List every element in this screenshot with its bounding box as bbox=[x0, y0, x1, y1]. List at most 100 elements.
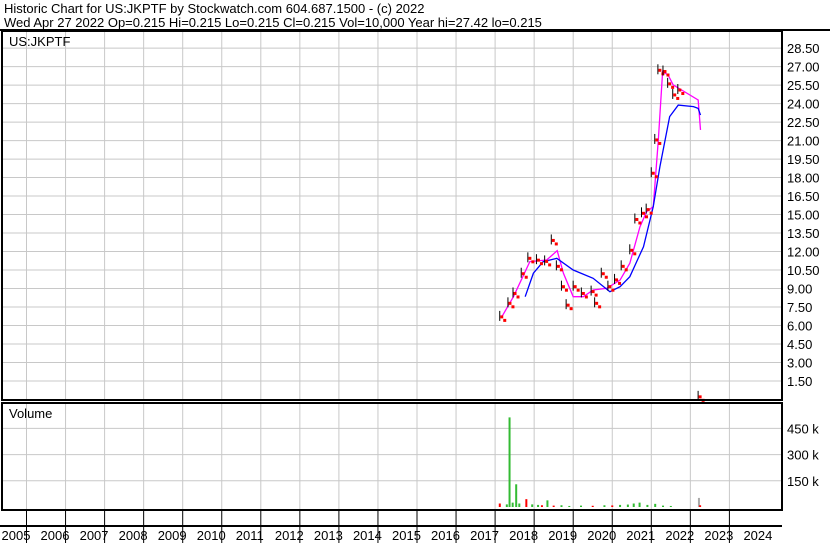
price-point bbox=[671, 85, 675, 89]
x-tick-label: 2015 bbox=[392, 528, 421, 543]
volume-bar bbox=[537, 504, 540, 507]
x-tick-label: 2013 bbox=[314, 528, 343, 543]
volume-bar bbox=[508, 417, 511, 507]
background bbox=[0, 0, 830, 543]
price-point bbox=[594, 293, 598, 297]
price-point bbox=[608, 285, 612, 289]
price-point bbox=[564, 288, 568, 292]
price-point bbox=[666, 73, 670, 77]
volume-bar bbox=[560, 505, 563, 507]
price-point bbox=[569, 307, 573, 311]
price-point bbox=[551, 238, 555, 242]
y-tick-label: 3.00 bbox=[787, 356, 812, 371]
y-tick-label: 21.00 bbox=[787, 134, 820, 149]
volume-bar bbox=[580, 505, 583, 507]
volume-bar bbox=[591, 505, 594, 507]
volume-bar bbox=[531, 504, 534, 507]
volume-bar bbox=[611, 505, 614, 507]
volume-bar bbox=[525, 499, 528, 507]
volume-bar bbox=[552, 505, 555, 507]
x-tick-label: 2016 bbox=[431, 528, 460, 543]
price-point bbox=[663, 70, 667, 74]
y-tick-label: 6.00 bbox=[787, 319, 812, 334]
price-point bbox=[698, 395, 702, 399]
x-tick-label: 2014 bbox=[353, 528, 382, 543]
x-tick-label: 2017 bbox=[470, 528, 499, 543]
price-point bbox=[545, 259, 549, 263]
x-tick-label: 2020 bbox=[587, 528, 616, 543]
price-point bbox=[673, 93, 677, 97]
y-tick-label: 28.50 bbox=[787, 41, 820, 56]
y-tick-label: 22.50 bbox=[787, 115, 820, 130]
volume-bar bbox=[603, 505, 606, 507]
price-point bbox=[644, 215, 648, 219]
x-tick-label: 2011 bbox=[236, 528, 264, 543]
price-point bbox=[556, 264, 560, 268]
volume-tick-label: 150 k bbox=[787, 474, 819, 489]
price-point bbox=[576, 288, 580, 292]
price-point bbox=[559, 268, 563, 272]
symbol-label: US:JKPTF bbox=[9, 34, 70, 49]
volume-bar bbox=[662, 505, 665, 507]
price-point bbox=[649, 211, 653, 215]
price-point bbox=[658, 141, 662, 145]
price-point bbox=[566, 303, 570, 307]
y-tick-label: 16.50 bbox=[787, 189, 820, 204]
volume-bar bbox=[638, 502, 641, 507]
volume-bar bbox=[646, 504, 649, 507]
volume-bar bbox=[540, 505, 543, 507]
price-point bbox=[601, 272, 605, 276]
volume-bar bbox=[632, 503, 635, 507]
price-point bbox=[508, 301, 512, 305]
price-point bbox=[651, 171, 655, 175]
price-point bbox=[581, 291, 585, 295]
price-point bbox=[658, 68, 662, 72]
price-point bbox=[536, 258, 540, 262]
price-point bbox=[624, 268, 628, 272]
price-point bbox=[528, 256, 532, 260]
price-point bbox=[521, 272, 525, 276]
price-point bbox=[611, 288, 615, 292]
x-tick-label: 2010 bbox=[197, 528, 226, 543]
price-point bbox=[531, 260, 535, 264]
y-tick-label: 12.00 bbox=[787, 245, 820, 260]
price-point bbox=[654, 175, 658, 179]
price-point bbox=[678, 88, 682, 92]
price-point bbox=[573, 285, 577, 289]
price-point bbox=[548, 263, 552, 267]
price-point bbox=[604, 275, 608, 279]
y-tick-label: 25.50 bbox=[787, 78, 820, 93]
volume-bar bbox=[626, 504, 629, 507]
price-point bbox=[595, 301, 599, 305]
price-point bbox=[676, 96, 680, 100]
volume-bar bbox=[498, 503, 501, 507]
volume-bar bbox=[699, 505, 702, 507]
price-point bbox=[524, 275, 528, 279]
y-tick-label: 9.00 bbox=[787, 282, 812, 297]
price-point bbox=[516, 295, 520, 299]
x-tick-label: 2008 bbox=[119, 528, 148, 543]
volume-bar bbox=[518, 503, 521, 507]
x-tick-label: 2012 bbox=[275, 528, 304, 543]
price-point bbox=[630, 248, 634, 252]
x-tick-label: 2018 bbox=[509, 528, 538, 543]
price-point bbox=[503, 318, 507, 322]
y-tick-label: 4.50 bbox=[787, 337, 812, 352]
x-tick-label: 2007 bbox=[80, 528, 109, 543]
price-point bbox=[638, 221, 642, 225]
x-tick-label: 2024 bbox=[743, 528, 772, 543]
price-point bbox=[561, 285, 565, 289]
y-tick-label: 10.50 bbox=[787, 263, 820, 278]
volume-tick-label: 300 k bbox=[787, 448, 819, 463]
chart-header-title: Historic Chart for US:JKPTF by Stockwatc… bbox=[4, 1, 425, 16]
volume-bar bbox=[505, 504, 508, 507]
x-tick-label: 2005 bbox=[2, 528, 31, 543]
chart-header-quote: Wed Apr 27 2022 Op=0.215 Hi=0.215 Lo=0.2… bbox=[4, 15, 542, 30]
price-point bbox=[633, 252, 637, 256]
y-tick-label: 13.50 bbox=[787, 226, 820, 241]
x-tick-label: 2021 bbox=[626, 528, 655, 543]
price-point bbox=[598, 305, 602, 309]
price-point bbox=[511, 305, 515, 309]
volume-bar bbox=[654, 503, 657, 507]
stock-chart: Historic Chart for US:JKPTF by Stockwatc… bbox=[0, 0, 830, 543]
